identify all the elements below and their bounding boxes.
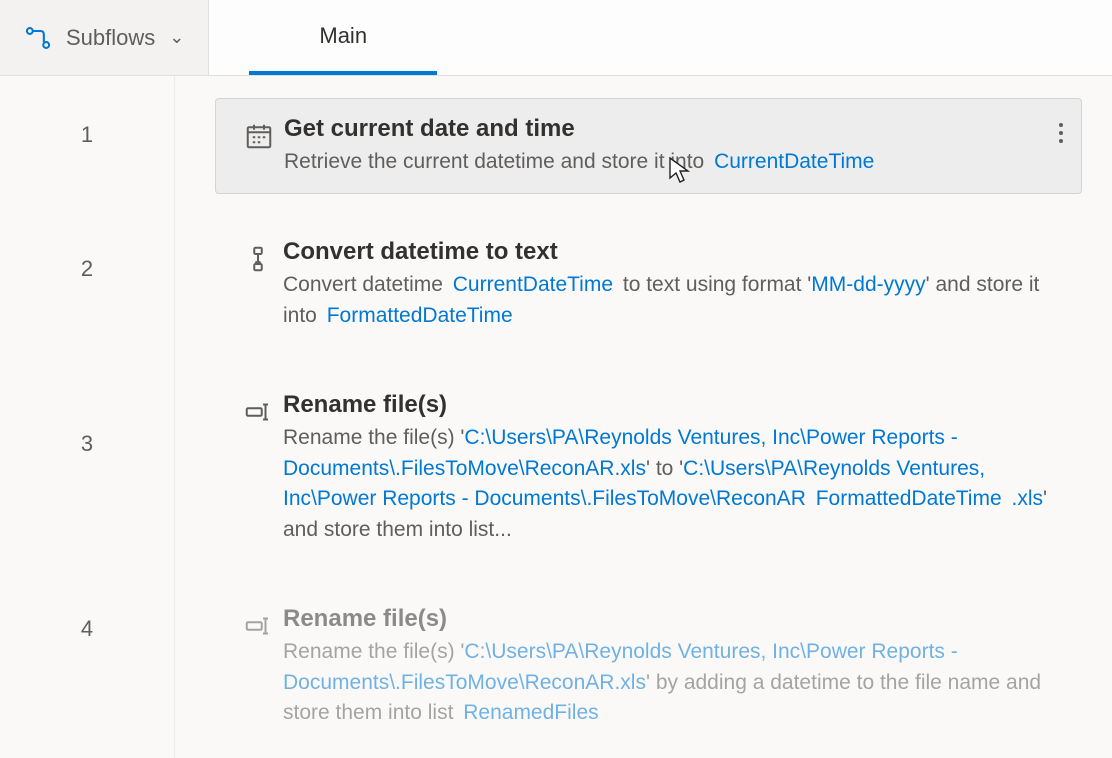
chevron-down-icon: ⌄ <box>169 27 184 48</box>
literal-token: .xls <box>1012 487 1044 510</box>
action-description: Retrieve the current datetime and store … <box>284 147 1063 177</box>
tabs-container: Main <box>209 0 437 75</box>
desc-text: to text using format ' <box>617 273 811 296</box>
actions-list: Get current date and time Retrieve the c… <box>175 76 1112 758</box>
action-get-current-datetime[interactable]: Get current date and time Retrieve the c… <box>215 98 1082 194</box>
more-actions-button[interactable] <box>1059 123 1063 143</box>
action-description: Convert datetime CurrentDateTime to text… <box>283 270 1064 331</box>
action-description: Rename the file(s) 'C:\Users\PA\Reynolds… <box>283 637 1064 728</box>
action-title: Rename file(s) <box>283 605 1064 633</box>
workspace: 1 2 3 4 Get current date and time Retrie… <box>0 76 1112 758</box>
desc-text: Retrieve the current datetime and store … <box>284 150 710 173</box>
action-rename-files-disabled[interactable]: Rename file(s) Rename the file(s) 'C:\Us… <box>215 589 1082 744</box>
variable-token[interactable]: CurrentDateTime <box>710 150 878 173</box>
subflows-icon <box>24 24 52 52</box>
subflows-dropdown[interactable]: Subflows ⌄ <box>0 0 209 75</box>
action-title: Get current date and time <box>284 115 1063 143</box>
calendar-icon <box>234 115 284 151</box>
action-description: Rename the file(s) 'C:\Users\PA\Reynolds… <box>283 423 1064 545</box>
desc-text: Rename the file(s) ' <box>283 640 464 663</box>
line-number: 1 <box>0 76 174 194</box>
variable-token[interactable]: FormattedDateTime <box>812 487 1006 510</box>
tab-label: Main <box>319 23 367 49</box>
action-convert-datetime-to-text[interactable]: Convert datetime to text Convert datetim… <box>215 222 1082 347</box>
desc-text: Rename the file(s) ' <box>283 426 464 449</box>
variable-token[interactable]: CurrentDateTime <box>449 273 617 296</box>
action-body: Rename file(s) Rename the file(s) 'C:\Us… <box>283 391 1064 545</box>
subflows-label: Subflows <box>66 25 155 51</box>
action-body: Convert datetime to text Convert datetim… <box>283 238 1064 331</box>
line-number-gutter: 1 2 3 4 <box>0 76 175 758</box>
rename-icon <box>233 391 283 427</box>
action-body: Rename file(s) Rename the file(s) 'C:\Us… <box>283 605 1064 728</box>
literal-token: MM-dd-yyyy <box>811 273 925 296</box>
line-number: 2 <box>0 194 174 344</box>
action-title: Rename file(s) <box>283 391 1064 419</box>
action-title: Convert datetime to text <box>283 238 1064 266</box>
variable-token[interactable]: FormattedDateTime <box>323 304 517 327</box>
convert-icon <box>233 238 283 274</box>
line-number: 4 <box>0 544 174 714</box>
rename-icon <box>233 605 283 641</box>
line-number: 3 <box>0 344 174 544</box>
action-rename-files[interactable]: Rename file(s) Rename the file(s) 'C:\Us… <box>215 375 1082 561</box>
desc-text: ' to ' <box>646 457 683 480</box>
desc-text: Convert datetime <box>283 273 449 296</box>
header-bar: Subflows ⌄ Main <box>0 0 1112 76</box>
variable-token[interactable]: RenamedFiles <box>459 701 602 724</box>
tab-main[interactable]: Main <box>249 0 437 75</box>
action-body: Get current date and time Retrieve the c… <box>284 115 1063 177</box>
